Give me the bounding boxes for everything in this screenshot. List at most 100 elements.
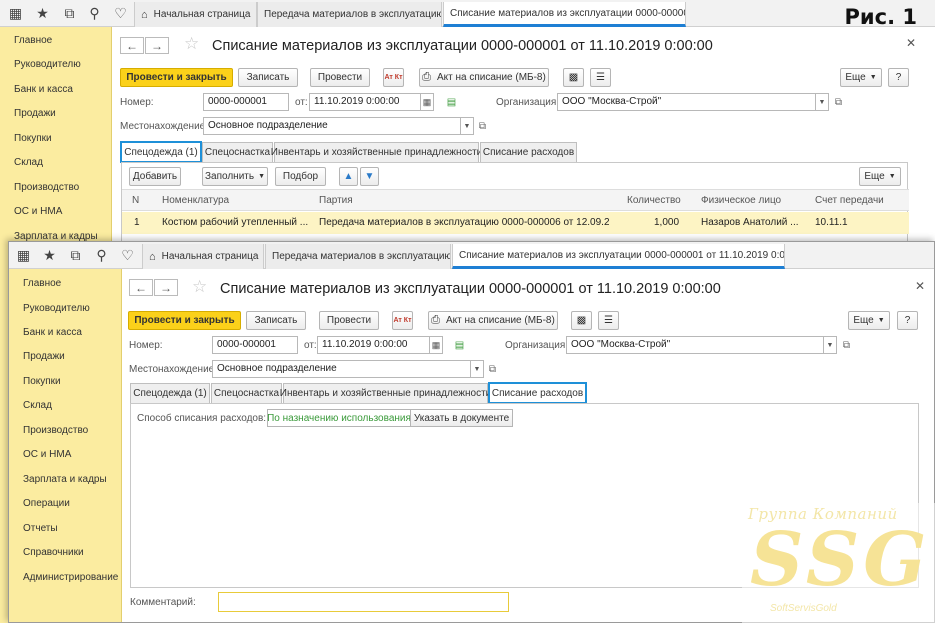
star-icon[interactable]: ★ <box>29 0 56 27</box>
tab-writeoff[interactable]: Списание материалов из эксплуатации 0000… <box>452 244 785 269</box>
favorite-star-icon[interactable]: ☆ <box>184 34 199 54</box>
sidebar-item-manager[interactable]: Руководителю <box>23 303 90 314</box>
post-and-close-button[interactable]: Провести и закрыть <box>120 68 233 87</box>
location-field[interactable]: Основное подразделение <box>212 360 471 378</box>
search-icon[interactable]: ⚲ <box>88 242 115 269</box>
more-button[interactable]: Еще ▼ <box>848 311 890 330</box>
act-print-button[interactable]: ⎙ Акт на списание (МБ-8) <box>419 68 549 87</box>
chevron-down-icon[interactable]: ▼ <box>461 117 474 135</box>
in-document-option[interactable]: Указать в документе <box>410 409 513 427</box>
sidebar-item-warehouse[interactable]: Склад <box>14 157 43 168</box>
tab-expenses[interactable]: Списание расходов <box>488 382 587 404</box>
number-field[interactable]: 0000-000001 <box>212 336 298 354</box>
structure-icon[interactable]: ▩ <box>571 311 592 330</box>
grid-icon[interactable]: ▦ <box>2 0 29 27</box>
add-button[interactable]: Добавить <box>129 167 181 186</box>
sidebar-item-production[interactable]: Производство <box>23 425 88 436</box>
close-icon[interactable]: ✕ <box>906 36 916 50</box>
history-icon[interactable]: ⧉ <box>62 242 89 269</box>
post-button[interactable]: Провести <box>310 68 370 87</box>
sidebar-item-reports[interactable]: Отчеты <box>23 523 58 534</box>
search-icon[interactable]: ⚲ <box>81 0 108 27</box>
number-settings-icon[interactable]: ▤ <box>452 337 467 353</box>
sidebar-item-main[interactable]: Главное <box>23 278 61 289</box>
dt-kt-button[interactable]: Ат Кт <box>383 68 404 87</box>
sidebar-item-bank[interactable]: Банк и касса <box>23 327 82 338</box>
sidebar-item-operations[interactable]: Операции <box>23 498 70 509</box>
help-button[interactable]: ? <box>888 68 909 87</box>
tab-workwear[interactable]: Спецодежда (1) <box>130 383 210 403</box>
sidebar-item-salary[interactable]: Зарплата и кадры <box>23 474 107 485</box>
bell-icon[interactable]: ♡ <box>114 242 141 269</box>
history-icon[interactable]: ⧉ <box>56 0 83 27</box>
post-button[interactable]: Провести <box>319 311 379 330</box>
chevron-down-icon[interactable]: ▼ <box>471 360 484 378</box>
favorite-star-icon[interactable]: ☆ <box>192 277 207 297</box>
save-button[interactable]: Записать <box>246 311 306 330</box>
list-icon[interactable]: ☰ <box>598 311 619 330</box>
more-button[interactable]: Еще ▼ <box>840 68 882 87</box>
chevron-down-icon[interactable]: ▼ <box>816 93 829 111</box>
date-field[interactable]: 11.10.2019 0:00:00 <box>317 336 430 354</box>
table-more-button[interactable]: Еще ▼ <box>859 167 901 186</box>
fill-button[interactable]: Заполнить ▼ <box>202 167 268 186</box>
tab-special-tools[interactable]: Спецоснастка <box>202 142 273 162</box>
open-link-icon[interactable]: ⧉ <box>485 361 500 377</box>
grid-icon[interactable]: ▦ <box>10 242 37 269</box>
move-down-icon[interactable]: ▼ <box>360 167 379 186</box>
tab-special-tools[interactable]: Спецоснастка <box>211 383 282 403</box>
calendar-icon[interactable]: ▦ <box>421 93 434 111</box>
help-button[interactable]: ? <box>897 311 918 330</box>
back-arrow-icon[interactable]: ← <box>120 37 144 54</box>
number-settings-icon[interactable]: ▤ <box>444 94 459 110</box>
sidebar-item-bank[interactable]: Банк и касса <box>14 84 73 95</box>
sidebar-item-sales[interactable]: Продажи <box>14 108 56 119</box>
date-field[interactable]: 11.10.2019 0:00:00 <box>309 93 421 111</box>
sidebar-item-warehouse[interactable]: Склад <box>23 400 52 411</box>
organization-field[interactable]: ООО "Москва-Строй" <box>566 336 824 354</box>
location-field[interactable]: Основное подразделение <box>203 117 461 135</box>
bell-icon[interactable]: ♡ <box>107 0 134 27</box>
post-and-close-button[interactable]: Провести и закрыть <box>128 311 241 330</box>
tab-transfer[interactable]: Передача материалов в эксплуатацию✕ <box>265 244 451 269</box>
sidebar-item-production[interactable]: Производство <box>14 182 79 193</box>
tab-expenses[interactable]: Списание расходов <box>480 142 577 162</box>
save-button[interactable]: Записать <box>238 68 298 87</box>
move-up-icon[interactable]: ▲ <box>339 167 358 186</box>
tab-transfer[interactable]: Передача материалов в эксплуатацию✕ <box>257 2 442 27</box>
star-icon[interactable]: ★ <box>36 242 63 269</box>
forward-arrow-icon[interactable]: → <box>145 37 169 54</box>
sidebar-item-directories[interactable]: Справочники <box>23 547 84 558</box>
tab-writeoff[interactable]: Списание материалов из эксплуатации 0000… <box>443 2 686 27</box>
tab-home[interactable]: ⌂ Начальная страница <box>134 2 257 27</box>
calendar-icon[interactable]: ▦ <box>430 336 443 354</box>
open-link-icon[interactable]: ⧉ <box>839 337 854 353</box>
sidebar-item-purchases[interactable]: Покупки <box>23 376 61 387</box>
close-icon[interactable]: ✕ <box>915 279 925 293</box>
list-icon[interactable]: ☰ <box>590 68 611 87</box>
tab-home[interactable]: ⌂ Начальная страница <box>142 244 264 269</box>
chevron-down-icon[interactable]: ▼ <box>824 336 837 354</box>
dt-kt-button[interactable]: Ат Кт <box>392 311 413 330</box>
comment-field[interactable] <box>218 592 509 612</box>
tab-inventory[interactable]: Инвентарь и хозяйственные принадлежности <box>280 383 491 403</box>
structure-icon[interactable]: ▩ <box>563 68 584 87</box>
by-purpose-option[interactable]: По назначению использования <box>267 409 411 427</box>
sidebar-item-purchases[interactable]: Покупки <box>14 133 52 144</box>
number-field[interactable]: 0000-000001 <box>203 93 289 111</box>
tab-workwear[interactable]: Спецодежда (1) <box>120 141 202 163</box>
open-link-icon[interactable]: ⧉ <box>475 118 490 134</box>
open-link-icon[interactable]: ⧉ <box>831 94 846 110</box>
sidebar-item-manager[interactable]: Руководителю <box>14 59 81 70</box>
tab-inventory[interactable]: Инвентарь и хозяйственные принадлежности <box>271 142 482 162</box>
forward-arrow-icon[interactable]: → <box>154 279 178 296</box>
back-arrow-icon[interactable]: ← <box>129 279 153 296</box>
organization-field[interactable]: ООО "Москва-Строй" <box>557 93 816 111</box>
sidebar-item-sales[interactable]: Продажи <box>23 351 65 362</box>
sidebar-item-main[interactable]: Главное <box>14 35 52 46</box>
select-button[interactable]: Подбор <box>275 167 326 186</box>
sidebar-item-administration[interactable]: Администрирование <box>23 572 118 583</box>
act-print-button[interactable]: ⎙ Акт на списание (МБ-8) <box>428 311 558 330</box>
sidebar-item-assets[interactable]: ОС и НМА <box>14 206 62 217</box>
sidebar-item-assets[interactable]: ОС и НМА <box>23 449 71 460</box>
